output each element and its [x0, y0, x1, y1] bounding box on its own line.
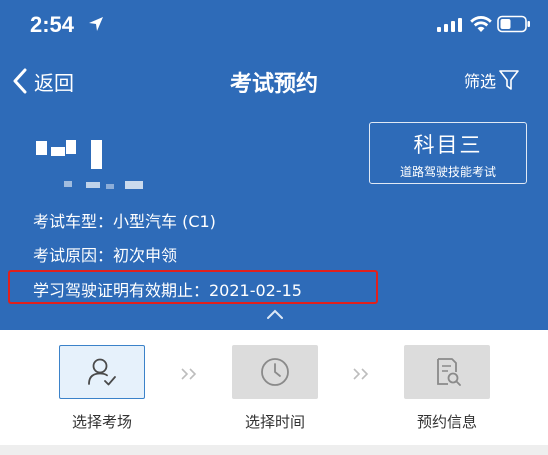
- subject-title: 科目三: [413, 133, 483, 157]
- permit-expiry-text: 学习驾驶证明有效期止：2021-02-15: [33, 281, 302, 300]
- exam-reason-text: 考试原因：初次申领: [33, 246, 178, 265]
- header: 2:54 返回 考试预约 筛选 科目三 道路驾驶技能考试 考试车型：小型汽车 (…: [0, 0, 548, 330]
- location-arrow-icon: [89, 17, 103, 31]
- vehicle-type-text: 考试车型：小型汽车 (C1): [33, 212, 216, 231]
- masked-name-image: [34, 137, 144, 192]
- double-chevron-right-icon: [181, 368, 197, 380]
- wifi-icon: [470, 16, 492, 32]
- clock-icon: [261, 358, 289, 386]
- step-label: 预约信息: [416, 413, 477, 431]
- step-select-venue[interactable]: 选择考场: [57, 345, 147, 432]
- chevron-up-icon[interactable]: [266, 308, 284, 320]
- double-chevron-right-icon: [353, 368, 369, 380]
- subject-subtitle: 道路驾驶技能考试: [399, 165, 496, 179]
- user-check-icon: [88, 358, 116, 386]
- booking-steps: 选择考场 选择时间 预约信息: [0, 330, 548, 445]
- subject-card[interactable]: 科目三 道路驾驶技能考试: [369, 122, 527, 184]
- divider: [0, 445, 548, 455]
- filter-button[interactable]: 筛选: [464, 68, 519, 92]
- step-select-time[interactable]: 选择时间: [230, 345, 320, 432]
- nav-bar: 返回 考试预约 筛选: [0, 56, 548, 106]
- status-time: 2:54: [30, 12, 75, 37]
- step-icon-box: [404, 345, 490, 399]
- cellular-signal-icon: [437, 18, 462, 32]
- status-bar: 2:54: [0, 0, 548, 48]
- filter-label: 筛选: [464, 72, 497, 91]
- step-icon-box: [232, 345, 318, 399]
- battery-icon: [497, 15, 530, 33]
- step-label: 选择时间: [244, 413, 305, 431]
- step-label: 选择考场: [71, 413, 132, 431]
- step-booking-info[interactable]: 预约信息: [402, 345, 492, 432]
- filter-icon: [499, 70, 519, 90]
- step-icon-box: [59, 345, 145, 399]
- document-search-icon: [437, 358, 461, 386]
